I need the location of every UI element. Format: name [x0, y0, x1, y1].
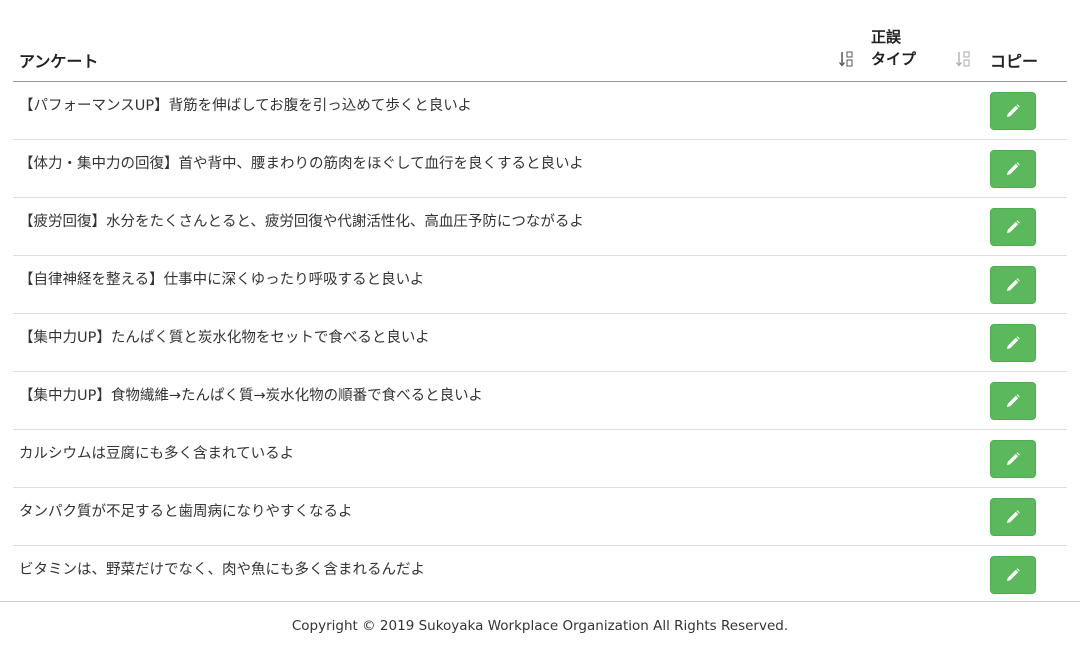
- pencil-icon: [1007, 162, 1020, 175]
- pencil-icon: [1007, 510, 1020, 523]
- copyright-text: Copyright © 2019 Sukoyaka Workplace Orga…: [291, 618, 789, 634]
- pencil-icon: [1007, 394, 1020, 407]
- pencil-icon: [1007, 452, 1020, 465]
- table-body: 【パフォーマンスUP】背筋を伸ばしてお腹を引っ込めて歩くと良いよ 【体力・集中力…: [13, 82, 1067, 603]
- table-header: アンケート 正誤 タイプ コピー: [13, 0, 1067, 82]
- row-text: 【集中力UP】たんぱく質と炭水化物をセットで食べると良いよ: [19, 330, 430, 346]
- row-text: 【体力・集中力の回復】首や背中、腰まわりの筋肉をほぐして血行を良くすると良いよ: [19, 156, 584, 172]
- row-text: 【集中力UP】食物繊維→たんぱく質→炭水化物の順番で食べると良いよ: [19, 388, 483, 404]
- pencil-icon: [1007, 278, 1020, 291]
- edit-button[interactable]: [990, 208, 1036, 246]
- sort-numeric-icon[interactable]: [956, 50, 972, 68]
- edit-button[interactable]: [990, 498, 1036, 536]
- row-text: タンパク質が不足すると歯周病になりやすくなるよ: [19, 504, 353, 520]
- survey-table: アンケート 正誤 タイプ コピー 【パフォーマンスUP】背筋を伸ばしてお腹を引っ…: [13, 0, 1067, 603]
- table-row: カルシウムは豆腐にも多く含まれているよ: [13, 430, 1067, 488]
- edit-button[interactable]: [990, 556, 1036, 594]
- row-text: 【自律神経を整える】仕事中に深くゆったり呼吸すると良いよ: [19, 272, 425, 288]
- row-text: 【パフォーマンスUP】背筋を伸ばしてお腹を引っ込めて歩くと良いよ: [19, 98, 472, 114]
- page: アンケート 正誤 タイプ コピー 【パフォーマンスUP】背筋を伸ばしてお腹を引っ…: [0, 0, 1080, 664]
- table-row: 【集中力UP】たんぱく質と炭水化物をセットで食べると良いよ: [13, 314, 1067, 372]
- table-row: 【疲労回復】水分をたくさんとると、疲労回復や代謝活性化、高血圧予防につながるよ: [13, 198, 1067, 256]
- edit-button[interactable]: [990, 324, 1036, 362]
- sort-numeric-icon[interactable]: [839, 50, 855, 68]
- edit-button[interactable]: [990, 92, 1036, 130]
- pencil-icon: [1007, 568, 1020, 581]
- edit-button[interactable]: [990, 150, 1036, 188]
- header-type-line2: タイプ: [871, 50, 917, 68]
- pencil-icon: [1007, 104, 1020, 117]
- table-row: 【パフォーマンスUP】背筋を伸ばしてお腹を引っ込めて歩くと良いよ: [13, 82, 1067, 140]
- edit-button[interactable]: [990, 440, 1036, 478]
- table-row: タンパク質が不足すると歯周病になりやすくなるよ: [13, 488, 1067, 546]
- table-row: 【自律神経を整える】仕事中に深くゆったり呼吸すると良いよ: [13, 256, 1067, 314]
- table-row: 【体力・集中力の回復】首や背中、腰まわりの筋肉をほぐして血行を良くすると良いよ: [13, 140, 1067, 198]
- pencil-icon: [1007, 220, 1020, 233]
- footer: Copyright © 2019 Sukoyaka Workplace Orga…: [0, 601, 1080, 664]
- row-text: カルシウムは豆腐にも多く含まれているよ: [19, 446, 295, 462]
- table-row: ビタミンは、野菜だけでなく、肉や魚にも多く含まれるんだよ: [13, 546, 1067, 603]
- table-row: 【集中力UP】食物繊維→たんぱく質→炭水化物の順番で食べると良いよ: [13, 372, 1067, 430]
- header-copy: コピー: [990, 52, 1039, 71]
- header-type: 正誤 タイプ: [871, 27, 916, 70]
- header-survey: アンケート: [19, 52, 99, 71]
- edit-button[interactable]: [990, 266, 1036, 304]
- header-type-line1: 正誤: [871, 28, 902, 46]
- row-text: ビタミンは、野菜だけでなく、肉や魚にも多く含まれるんだよ: [19, 562, 425, 578]
- row-text: 【疲労回復】水分をたくさんとると、疲労回復や代謝活性化、高血圧予防につながるよ: [19, 214, 584, 230]
- edit-button[interactable]: [990, 382, 1036, 420]
- pencil-icon: [1007, 336, 1020, 349]
